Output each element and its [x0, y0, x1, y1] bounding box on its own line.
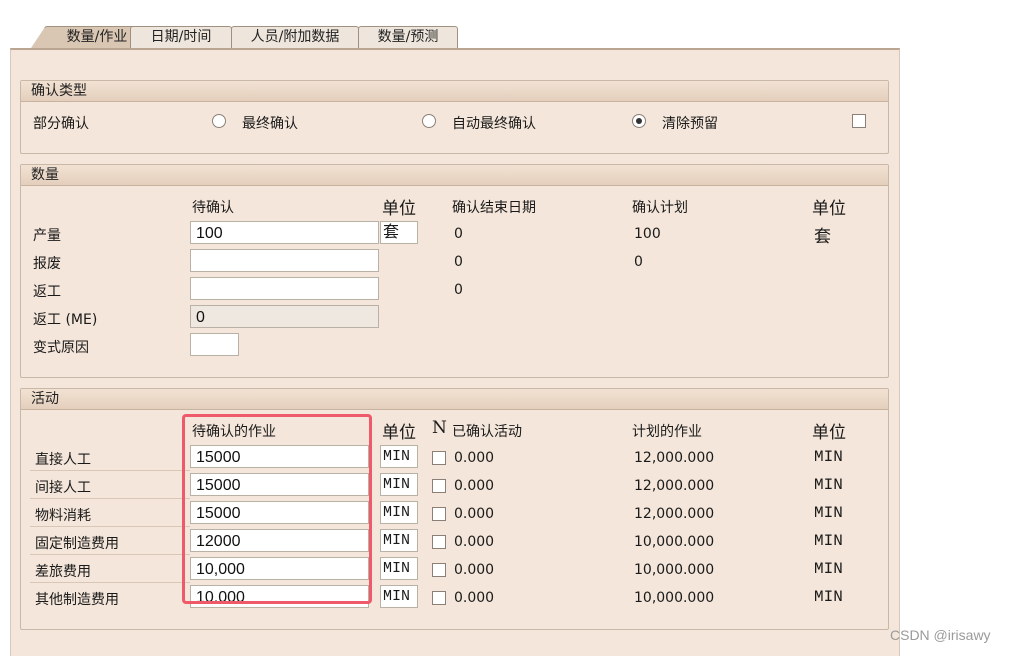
activity-quantity-input[interactable]: 15000 — [190, 501, 369, 524]
clear-reservation-checkbox[interactable] — [852, 114, 866, 128]
activity-confirmed-value: 0.000 — [454, 450, 495, 466]
activity-confirmed-value: 0.000 — [454, 562, 495, 578]
auto-final-confirm-label: 自动最终确认 — [452, 116, 536, 132]
activity-planned-value: 12,000.000 — [634, 478, 715, 494]
activity-final-checkbox[interactable] — [432, 507, 446, 521]
yield-planned-value: 100 — [634, 226, 661, 242]
activity-unit2-value: MIN — [814, 448, 843, 466]
final-confirm-radio[interactable] — [212, 114, 226, 128]
rework-input[interactable] — [190, 277, 379, 300]
activity-unit2-value: MIN — [814, 504, 843, 522]
col-unit-header: 单位 — [382, 199, 416, 219]
scrap-input[interactable] — [190, 249, 379, 272]
activity-unit2-value: MIN — [814, 476, 843, 494]
rework-me-field: 0 — [190, 305, 379, 328]
activity-confirmed-value: 0.000 — [454, 506, 495, 522]
tab-label: 数量/作业 — [66, 29, 128, 45]
yield-confirmed-value: 0 — [454, 226, 463, 242]
tab-label: 数量/预测 — [377, 29, 439, 45]
tab-date-time[interactable]: 日期/时间 — [130, 26, 232, 48]
activity-planned-value: 12,000.000 — [634, 450, 715, 466]
activity-unit-field[interactable]: MIN — [380, 445, 418, 468]
activity-final-checkbox[interactable] — [432, 591, 446, 605]
activity-unit2-value: MIN — [814, 588, 843, 606]
activity-planned-value: 10,000.000 — [634, 534, 715, 550]
col-unit2-header: 单位 — [812, 199, 846, 219]
activity-final-checkbox[interactable] — [432, 479, 446, 493]
yield-unit-field[interactable]: 套 — [380, 221, 418, 244]
activity-quantity-input[interactable]: 15000 — [190, 473, 369, 496]
col-activity-planned-header: 计划的作业 — [632, 424, 702, 440]
activity-planned-value: 12,000.000 — [634, 506, 715, 522]
activity-label: 固定制造费用 — [35, 536, 119, 552]
activity-label: 其他制造费用 — [35, 592, 119, 608]
activity-label: 间接人工 — [35, 480, 91, 496]
rework-me-label: 返工 (ME) — [33, 312, 98, 328]
clear-reservation-label: 清除预留 — [662, 116, 718, 132]
tab-quantity-forecast[interactable]: 数量/预测 — [358, 26, 458, 48]
activity-unit-field[interactable]: MIN — [380, 473, 418, 496]
activity-confirmed-value: 0.000 — [454, 590, 495, 606]
activity-quantity-input[interactable]: 12000 — [190, 529, 369, 552]
activity-unit2-value: MIN — [814, 532, 843, 550]
variance-reason-label: 变式原因 — [33, 340, 89, 356]
activity-quantity-input[interactable]: 15000 — [190, 445, 369, 468]
yield-label: 产量 — [33, 228, 61, 244]
group-header: 确认类型 — [21, 81, 888, 102]
activity-final-checkbox[interactable] — [432, 563, 446, 577]
tab-notch — [31, 27, 45, 48]
activity-quantity-input[interactable]: 10,000 — [190, 585, 369, 608]
activity-unit-field[interactable]: MIN — [380, 557, 418, 580]
col-confirmed-end-header: 确认结束日期 — [452, 200, 536, 216]
row-divider — [30, 554, 190, 555]
tab-personnel-additional[interactable]: 人员/附加数据 — [231, 26, 359, 48]
activity-final-checkbox[interactable] — [432, 451, 446, 465]
col-activity-to-confirm-header: 待确认的作业 — [192, 424, 276, 440]
rework-confirmed-value: 0 — [454, 282, 463, 298]
partial-confirm-label: 部分确认 — [33, 116, 89, 132]
col-to-confirm-header: 待确认 — [192, 200, 234, 216]
col-activity-n-header: N — [432, 418, 447, 438]
row-divider — [30, 526, 190, 527]
activity-final-checkbox[interactable] — [432, 535, 446, 549]
final-confirm-label: 最终确认 — [242, 116, 298, 132]
col-activity-confirmed-header: 已确认活动 — [452, 424, 522, 440]
col-activity-unit-header: 单位 — [382, 423, 416, 443]
variance-reason-input[interactable] — [190, 333, 239, 356]
activity-planned-value: 10,000.000 — [634, 590, 715, 606]
group-header: 活动 — [21, 389, 888, 410]
activity-confirmed-value: 0.000 — [454, 478, 495, 494]
activity-unit-field[interactable]: MIN — [380, 585, 418, 608]
col-planned-header: 确认计划 — [632, 200, 688, 216]
col-activity-unit2-header: 单位 — [812, 423, 846, 443]
yield-input[interactable]: 100 — [190, 221, 379, 244]
activity-label: 物料消耗 — [35, 508, 91, 524]
activity-confirmed-value: 0.000 — [454, 534, 495, 550]
activity-unit2-value: MIN — [814, 560, 843, 578]
clear-reservation-radio[interactable] — [632, 114, 646, 128]
row-divider — [30, 498, 190, 499]
rework-label: 返工 — [33, 284, 61, 300]
activity-unit-field[interactable]: MIN — [380, 501, 418, 524]
watermark: CSDN @irisawy — [890, 627, 991, 643]
row-divider — [30, 582, 190, 583]
activity-label: 差旅费用 — [35, 564, 91, 580]
row-divider — [30, 470, 190, 471]
scrap-label: 报废 — [33, 256, 61, 272]
tab-label: 日期/时间 — [150, 29, 212, 45]
activity-label: 直接人工 — [35, 452, 91, 468]
scrap-confirmed-value: 0 — [454, 254, 463, 270]
tab-label: 人员/附加数据 — [250, 29, 340, 45]
group-header: 数量 — [21, 165, 888, 186]
scrap-planned-value: 0 — [634, 254, 643, 270]
activity-planned-value: 10,000.000 — [634, 562, 715, 578]
activity-unit-field[interactable]: MIN — [380, 529, 418, 552]
activity-quantity-input[interactable]: 10,000 — [190, 557, 369, 580]
yield-unit2-value: 套 — [814, 227, 831, 247]
auto-final-confirm-radio[interactable] — [422, 114, 436, 128]
